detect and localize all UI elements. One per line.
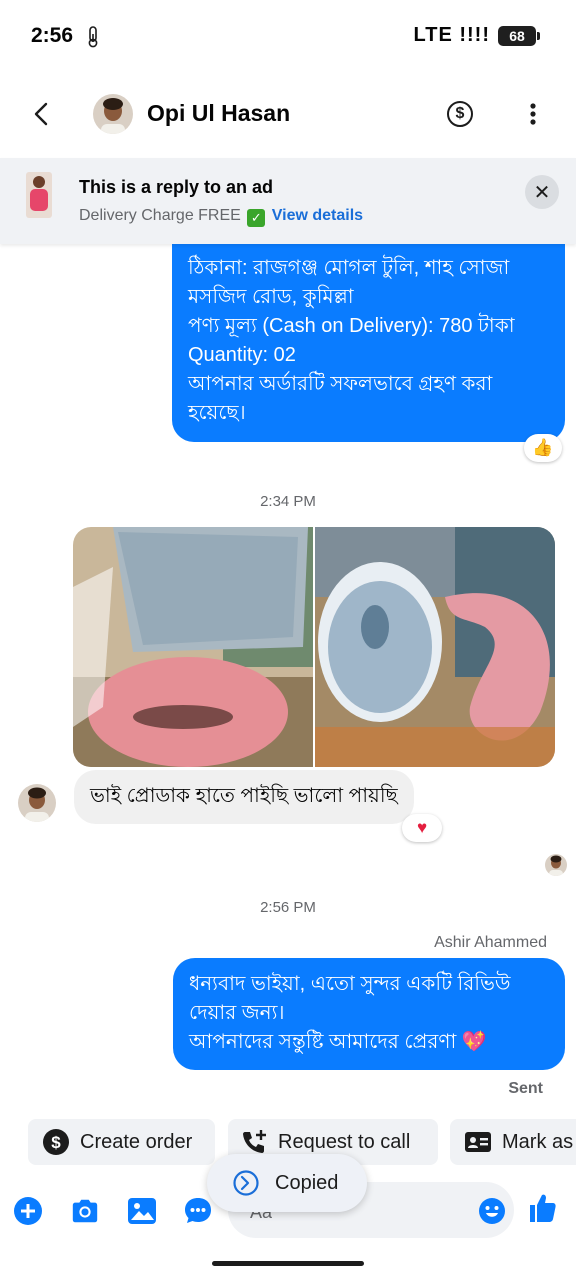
status-time: 2:56 [31, 24, 74, 47]
banner-title: This is a reply to an ad [79, 177, 274, 197]
copy-check-icon [233, 1170, 259, 1196]
like-icon[interactable] [527, 1193, 557, 1223]
dollar-circle-icon[interactable]: $ [447, 101, 473, 127]
reaction-emoji: 👍 [532, 438, 554, 457]
avatar-photo-icon [18, 784, 56, 822]
contact-name[interactable]: Opi Ul Hasan [147, 100, 290, 127]
timestamp: 2:34 PM [260, 493, 316, 510]
avatar-photo-icon [93, 94, 133, 134]
camera-icon[interactable] [70, 1196, 100, 1226]
message-text: ভাই প্রোডাক হাতে পাইছি ভালো পায়ছি [90, 784, 398, 807]
battery-icon: 68 [498, 26, 536, 46]
ad-thumbnail-image [26, 172, 52, 218]
message-line: আপনার অর্ডারটি সফলভাবে গ্রহণ করা হয়েছে। [188, 373, 493, 424]
back-arrow-icon[interactable] [28, 100, 56, 128]
contact-avatar[interactable] [93, 94, 133, 134]
phone-plus-icon [240, 1128, 268, 1156]
incoming-message[interactable]: ভাই প্রোডাক হাতে পাইছি ভালো পায়ছি [74, 770, 414, 824]
sent-status: Sent [508, 1080, 543, 1097]
thermometer-icon [88, 26, 98, 48]
battery-level: 68 [509, 28, 525, 44]
thumbs-up-reaction[interactable]: 👍 [524, 434, 562, 462]
pillow-photo-image [315, 527, 555, 767]
battery-tip [537, 32, 540, 40]
ad-thumbnail [26, 172, 52, 218]
heart-reaction[interactable]: ♥ [402, 814, 442, 842]
network-indicator: LTE !!!! [414, 24, 491, 47]
message-line: ঠিকানা: রাজগঞ্জ মোগল টুলি, শাহ সোজা মসজি… [188, 257, 510, 308]
request-to-call-label: Request to call [278, 1130, 411, 1153]
more-vertical-icon[interactable] [525, 100, 541, 128]
sender-avatar[interactable] [18, 784, 56, 822]
chat-bubble-icon[interactable] [183, 1196, 213, 1226]
message-line: ধন্যবাদ ভাইয়া, এতো সুন্দর একটি রিভিউ দে… [189, 973, 511, 1024]
banner-subtitle: Delivery Charge FREE ✓ View details [79, 207, 363, 227]
pillow-photo-image [73, 527, 313, 767]
create-order-label: Create order [80, 1130, 193, 1153]
seen-receipt-avatar [545, 854, 567, 876]
dollar-circle-icon: $ [42, 1128, 70, 1156]
avatar-photo-icon [545, 854, 567, 876]
svg-text:$: $ [51, 1133, 61, 1152]
message-line: আপনাদের সন্তুষ্টি আমাদের প্রেরণা 💖 [189, 1031, 487, 1053]
gallery-icon[interactable] [127, 1196, 157, 1226]
network-type: LTE [413, 24, 453, 46]
mark-as-button[interactable]: Mark as [450, 1119, 576, 1165]
outgoing-message-reply[interactable]: ধন্যবাদ ভাইয়া, এতো সুন্দর একটি রিভিউ দে… [173, 958, 565, 1070]
message-line: পণ্য মূল্য (Cash on Delivery): 780 টাকা [188, 315, 515, 337]
banner-subtitle-text: Delivery Charge FREE [79, 207, 241, 224]
mark-as-label: Mark as [502, 1130, 574, 1153]
create-order-button[interactable]: $ Create order [28, 1119, 215, 1165]
heart-icon: ♥ [416, 818, 428, 837]
plus-icon[interactable] [13, 1196, 43, 1226]
toast-text: Copied [275, 1171, 339, 1194]
sender-name: Ashir Ahammed [434, 934, 547, 951]
emoji-icon[interactable] [477, 1196, 507, 1226]
timestamp: 2:56 PM [260, 899, 316, 916]
message-line: Quantity: 02 [188, 344, 296, 366]
message-photo[interactable] [315, 527, 555, 767]
view-details-link[interactable]: View details [272, 207, 363, 224]
check-mark-icon: ✓ [247, 209, 266, 227]
close-icon[interactable]: ✕ [525, 175, 559, 209]
message-photo[interactable] [73, 527, 313, 767]
signal-icon: !!!! [459, 24, 490, 46]
contact-card-icon [464, 1130, 492, 1154]
copied-toast: Copied [207, 1154, 367, 1212]
home-indicator[interactable] [212, 1261, 364, 1266]
ad-reply-banner[interactable]: This is a reply to an ad Delivery Charge… [0, 158, 576, 244]
